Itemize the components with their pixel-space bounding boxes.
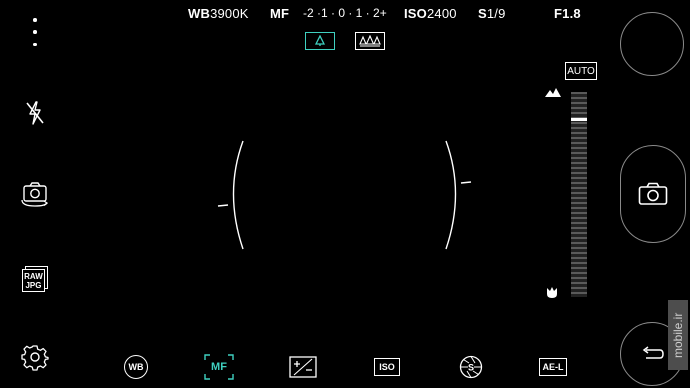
settings-button[interactable] [18, 340, 52, 374]
ae-lock-button[interactable]: AE-L [538, 354, 568, 380]
shutter-speed-indicator[interactable]: S1/9 [478, 6, 506, 21]
manual-focus-slider[interactable] [571, 92, 587, 297]
wb-value: 3900K [210, 6, 249, 21]
more-options-menu[interactable] [30, 18, 40, 46]
shutter-value: 1/9 [486, 6, 506, 21]
iso-button-label: ISO [374, 358, 400, 376]
wb-button-label: WB [124, 355, 148, 379]
focus-mode-indicator[interactable]: MF [270, 6, 289, 21]
iso-button[interactable]: ISO [372, 354, 402, 380]
iso-indicator[interactable]: ISO2400 [404, 6, 457, 21]
iso-label: ISO [404, 6, 427, 21]
focus-tick-right [460, 181, 472, 184]
raw-jpg-toggle-button[interactable]: RAW JPG [18, 262, 52, 296]
wb-label: WB [188, 6, 211, 21]
forest-preset-button[interactable] [355, 32, 385, 50]
switch-camera-button[interactable] [18, 177, 52, 211]
raw-label: RAW [24, 272, 43, 281]
shutter-speed-button[interactable]: S [456, 354, 486, 380]
watermark: mobile.ir [668, 300, 688, 370]
svg-text:S: S [468, 363, 474, 373]
focus-bracket-left [232, 140, 244, 250]
exposure-plus-minus-icon [289, 356, 317, 378]
shutter-label: S [478, 6, 487, 21]
single-tree-preset-button[interactable] [305, 32, 335, 50]
focus-bracket-right [445, 140, 457, 250]
dot-icon [33, 42, 37, 46]
focus-frame [217, 140, 472, 250]
flash-off-icon [26, 101, 44, 125]
exposure-compensation-button[interactable] [288, 354, 318, 380]
dot-icon [33, 30, 37, 34]
auto-focus-button[interactable]: AUTO [565, 62, 597, 80]
iso-value: 2400 [427, 6, 457, 21]
white-balance-button[interactable]: WB [121, 354, 151, 380]
jpg-label: JPG [25, 281, 42, 290]
exposure-scale[interactable]: -2 ·1 · 0 · 1 · 2+ [303, 6, 387, 20]
aperture-indicator: F1.8 [554, 6, 581, 21]
ael-button-label: AE-L [539, 358, 567, 376]
back-arrow-icon [642, 346, 664, 359]
dot-icon [33, 18, 37, 22]
mountain-icon [545, 88, 561, 97]
manual-focus-button[interactable]: MF [204, 354, 234, 380]
ev-scale-text: -2 ·1 · 0 · 1 · 2+ [303, 6, 387, 20]
mf-corners-icon [204, 354, 234, 380]
focus-slider-handle[interactable] [571, 118, 587, 121]
gear-icon [21, 345, 49, 371]
tree-icon [314, 35, 326, 46]
focus-tick-left [217, 204, 229, 207]
gallery-thumbnail-button[interactable] [620, 12, 684, 76]
macro-flower-icon [547, 287, 557, 298]
flash-off-button[interactable] [18, 96, 52, 130]
shutter-button[interactable] [620, 145, 686, 243]
raw-jpg-icon: RAW JPG [22, 266, 48, 292]
trees-icon [359, 35, 381, 47]
white-balance-indicator[interactable]: WB3900K [188, 6, 249, 21]
aperture-s-icon: S [459, 355, 483, 379]
camera-switch-icon [21, 182, 49, 207]
camera-icon [638, 182, 668, 205]
